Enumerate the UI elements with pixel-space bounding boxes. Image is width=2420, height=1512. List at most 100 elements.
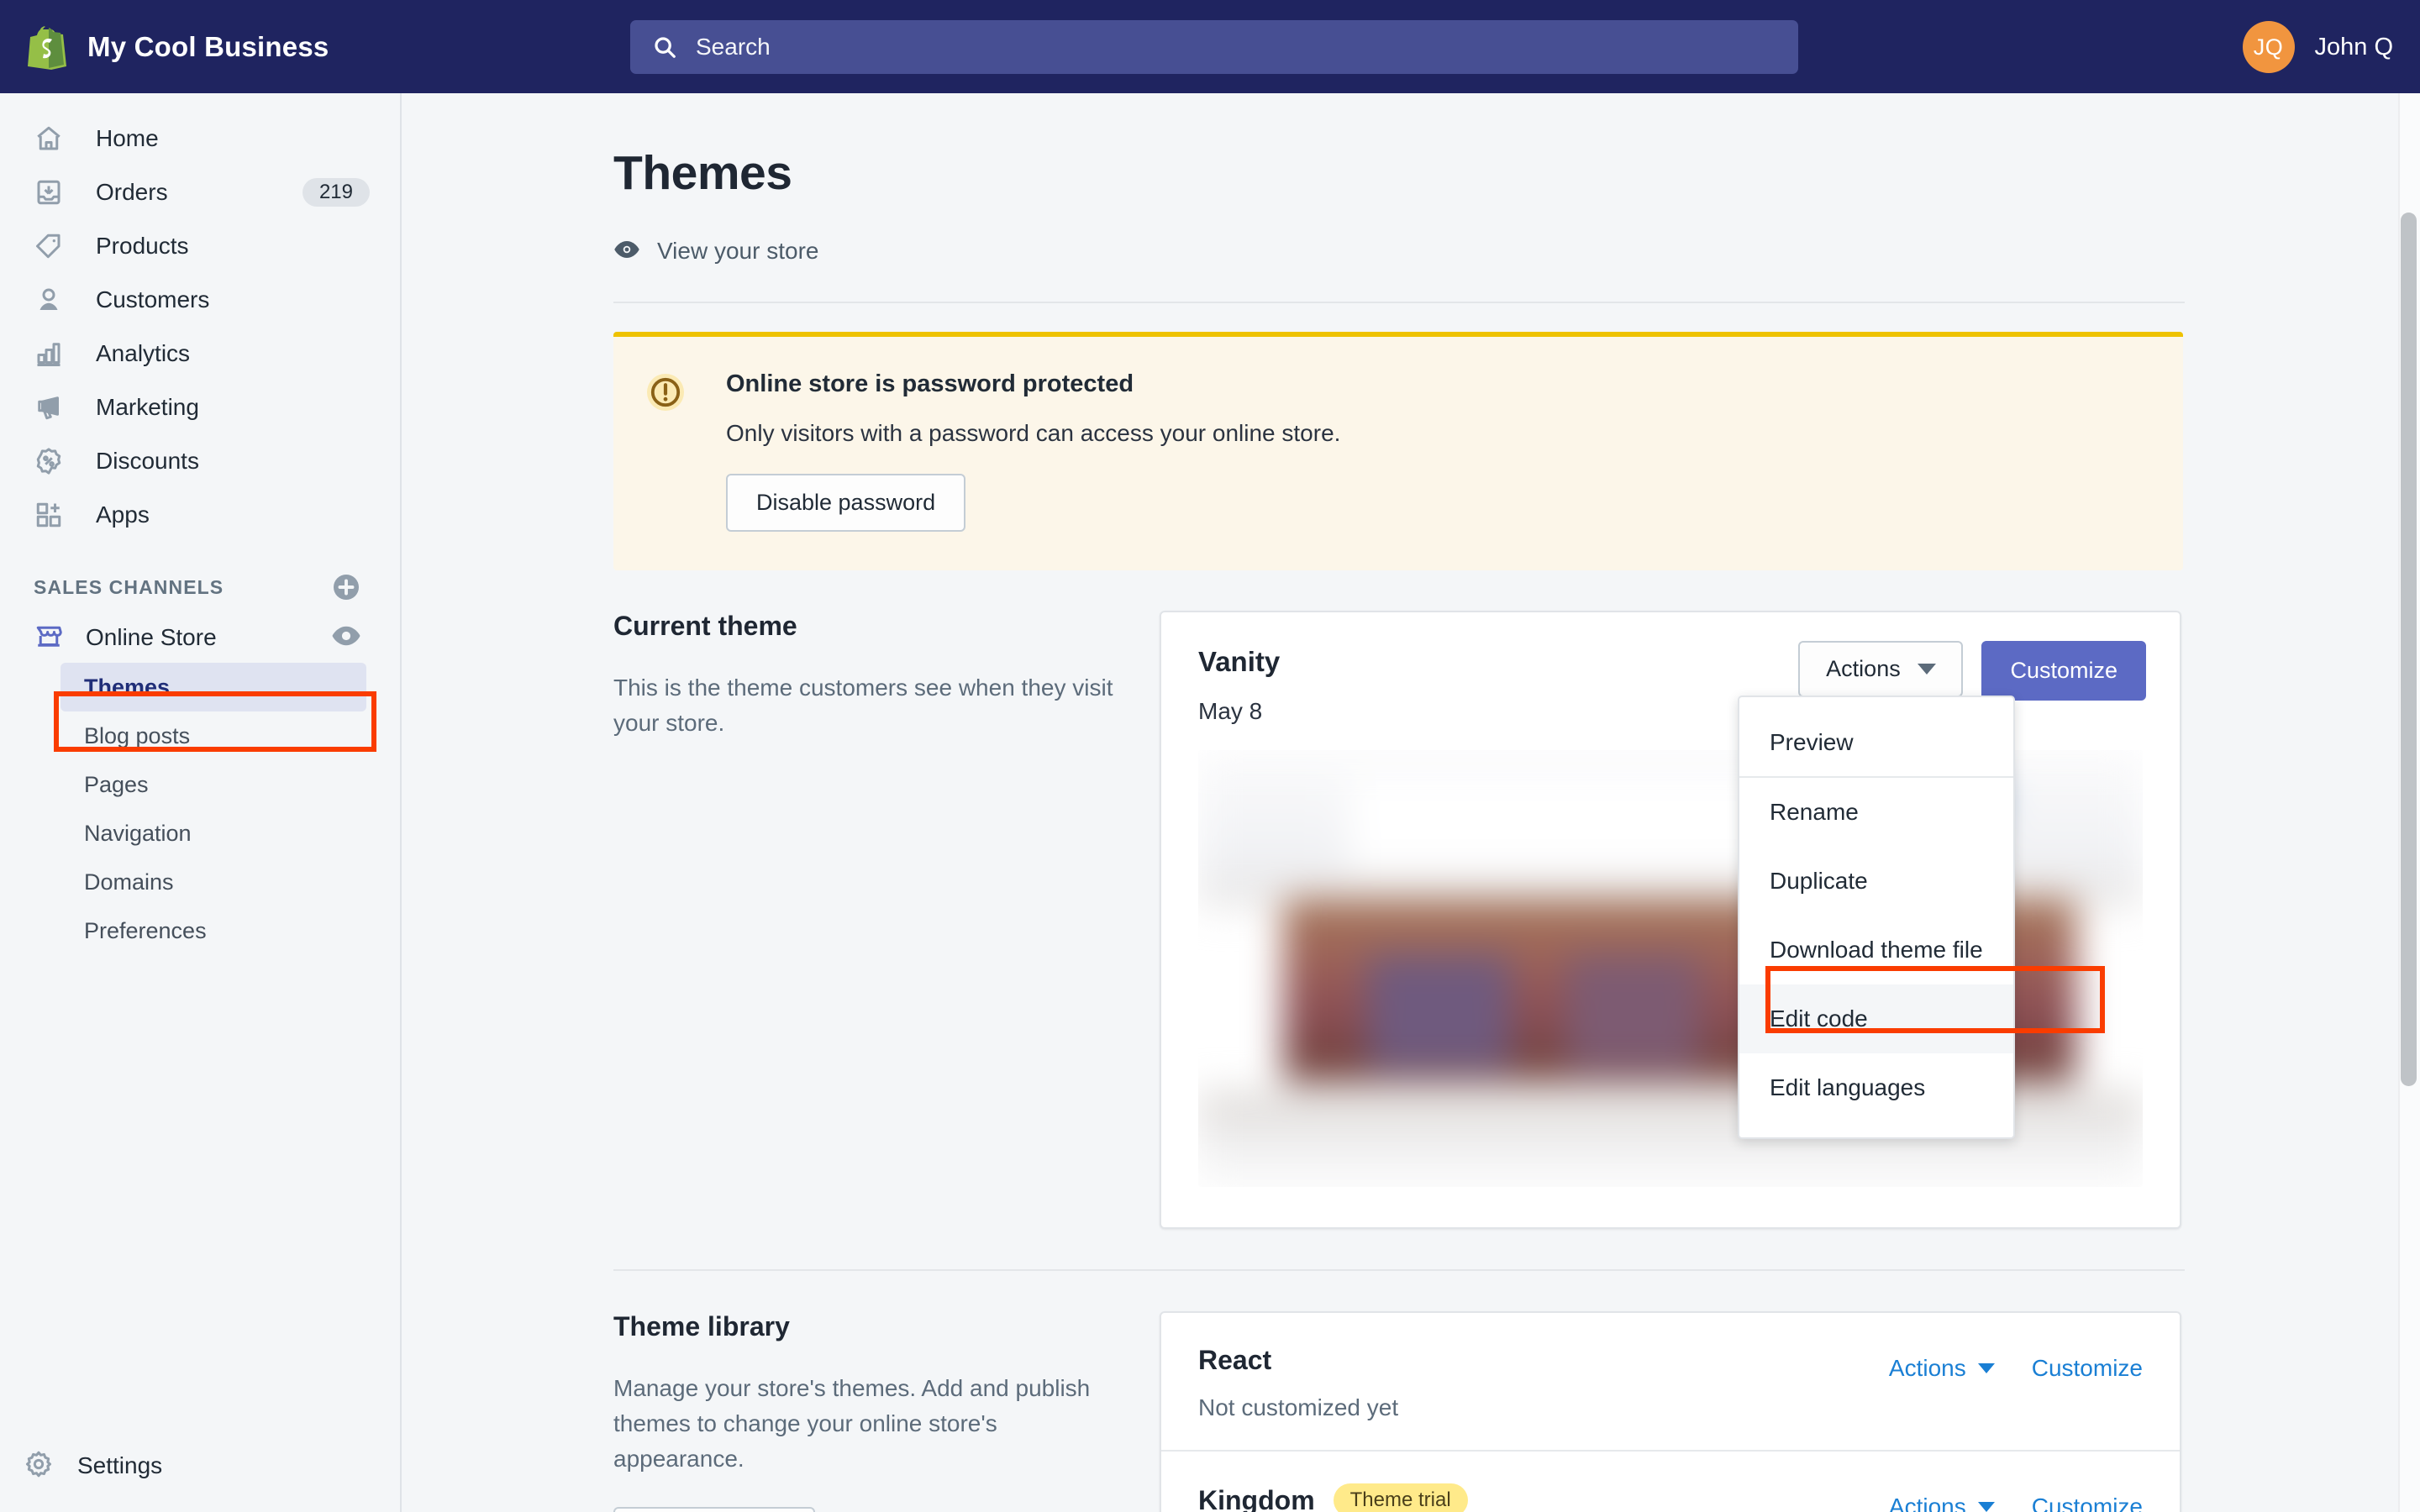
view-your-store-label: View your store — [657, 238, 819, 264]
sidebar-item-preferences[interactable]: Preferences — [60, 906, 366, 955]
banner-text: Only visitors with a password can access… — [726, 420, 1341, 446]
theme-name: Kingdom — [1198, 1484, 1315, 1512]
tag-icon — [34, 231, 74, 261]
storefront-icon — [34, 621, 64, 655]
sidebar-item-label: Settings — [77, 1452, 163, 1478]
megaphone-icon — [34, 392, 74, 423]
customize-button[interactable]: Customize — [1981, 641, 2146, 701]
sidebar-item-products[interactable]: Products — [15, 219, 385, 273]
actions-link[interactable]: Actions — [1889, 1494, 1995, 1512]
sidebar-item-label: Pages — [84, 771, 149, 797]
sidebar-item-label: Products — [96, 233, 189, 259]
sidebar-item-customers[interactable]: Customers — [15, 273, 385, 327]
eye-icon[interactable] — [331, 623, 361, 653]
view-your-store-link[interactable]: View your store — [613, 238, 2402, 265]
search-icon — [652, 34, 677, 60]
divider — [613, 302, 2185, 303]
apps-grid-plus-icon — [34, 500, 74, 530]
gear-icon — [24, 1449, 54, 1483]
top-bar: My Cool Business Search JQ John Q — [0, 0, 2420, 93]
sidebar-item-orders[interactable]: Orders 219 — [15, 165, 385, 219]
password-protected-banner: Online store is password protected Only … — [613, 332, 2183, 570]
disable-password-button[interactable]: Disable password — [726, 474, 966, 532]
dropdown-item-edit-code[interactable]: Edit code — [1739, 984, 2013, 1053]
current-theme-card: Vanity May 8 Actions Customize — [1160, 611, 2181, 1229]
shopify-bag-icon — [27, 24, 69, 70]
sales-channels-header: SALES CHANNELS — [0, 562, 400, 612]
sidebar-item-label: Orders — [96, 179, 168, 205]
sidebar-item-label: Domains — [84, 869, 174, 895]
customize-link[interactable]: Customize — [2032, 1494, 2143, 1512]
sales-channels-title: SALES CHANNELS — [34, 575, 224, 598]
sidebar-item-label: Navigation — [84, 820, 192, 846]
current-theme-section: Current theme This is the theme customer… — [613, 611, 2402, 1229]
search-placeholder: Search — [696, 34, 771, 60]
sidebar-item-home[interactable]: Home — [15, 112, 385, 165]
actions-button-label: Actions — [1826, 656, 1901, 681]
orders-inbox-icon — [34, 177, 74, 207]
table-row: React Not customized yet Actions Customi… — [1161, 1313, 2180, 1450]
sidebar-item-navigation[interactable]: Navigation — [60, 809, 366, 858]
sidebar-item-domains[interactable]: Domains — [60, 858, 366, 906]
sidebar-item-label: Preferences — [84, 917, 207, 943]
plus-circle-icon[interactable] — [331, 572, 361, 602]
actions-button[interactable]: Actions — [1798, 641, 1964, 697]
sidebar-item-label: Apps — [96, 501, 150, 528]
actions-link-label: Actions — [1888, 1494, 1966, 1512]
theme-library-heading: Theme library — [613, 1311, 790, 1341]
sidebar-item-settings[interactable]: Settings — [0, 1420, 400, 1512]
actions-link-label: Actions — [1888, 1355, 1966, 1381]
main-content: Themes View your store Online store is p… — [403, 93, 2402, 1512]
sidebar-item-label: Discounts — [96, 448, 199, 474]
chevron-down-icon — [1917, 664, 1936, 675]
avatar: JQ — [2242, 21, 2295, 73]
person-icon — [34, 285, 74, 315]
page-scrollbar-thumb[interactable] — [2401, 213, 2417, 1086]
divider — [613, 1269, 2185, 1271]
user-name: John Q — [2314, 33, 2394, 60]
theme-library-section: Theme library Manage your store's themes… — [613, 1311, 2402, 1512]
theme-library-description: Manage your store's themes. Add and publ… — [613, 1375, 1091, 1472]
sidebar-item-label: Home — [96, 125, 159, 151]
dropdown-item-preview[interactable]: Preview — [1739, 709, 2013, 778]
bar-chart-icon — [34, 339, 74, 369]
percent-badge-icon — [34, 446, 74, 476]
sidebar-item-online-store[interactable]: Online Store — [0, 612, 400, 663]
sidebar-item-blog-posts[interactable]: Blog posts — [60, 711, 366, 760]
dropdown-item-duplicate[interactable]: Duplicate — [1739, 847, 2013, 916]
theme-name: React — [1198, 1345, 1272, 1375]
dropdown-item-download-theme-file[interactable]: Download theme file — [1739, 916, 2013, 984]
chevron-down-icon — [1977, 1363, 1995, 1373]
sidebar-item-label: Blog posts — [84, 722, 191, 748]
eye-icon — [613, 239, 640, 265]
current-theme-description: This is the theme customers see when the… — [613, 675, 1113, 736]
actions-link[interactable]: Actions — [1889, 1355, 1995, 1382]
chevron-down-icon — [1977, 1502, 1995, 1512]
sidebar-item-themes[interactable]: Themes — [60, 663, 366, 711]
banner-title: Online store is password protected — [726, 370, 1134, 397]
brand-name: My Cool Business — [87, 30, 329, 62]
table-row: Kingdom Theme trial Not customized yet A… — [1161, 1450, 2180, 1512]
home-icon — [34, 123, 74, 154]
sidebar-item-marketing[interactable]: Marketing — [15, 381, 385, 434]
theme-status: Not customized yet — [1198, 1394, 1399, 1420]
dropdown-item-edit-languages[interactable]: Edit languages — [1739, 1053, 2013, 1122]
orders-count-badge: 219 — [302, 178, 370, 207]
brand-home-link[interactable]: My Cool Business — [0, 24, 622, 70]
theme-library-card: React Not customized yet Actions Customi… — [1160, 1311, 2181, 1512]
customize-link[interactable]: Customize — [2032, 1355, 2143, 1382]
sidebar-item-apps[interactable]: Apps — [15, 488, 385, 542]
sidebar-item-analytics[interactable]: Analytics — [15, 327, 385, 381]
sidebar-item-pages[interactable]: Pages — [60, 760, 366, 809]
exclamation-circle-icon — [645, 372, 686, 412]
page-title: Themes — [613, 146, 792, 200]
sidebar-item-label: Marketing — [96, 394, 199, 420]
upload-theme-button[interactable]: Upload theme — [613, 1507, 816, 1512]
user-menu[interactable]: JQ John Q — [2242, 20, 2394, 74]
search-input[interactable]: Search — [630, 20, 1798, 74]
dropdown-item-rename[interactable]: Rename — [1739, 778, 2013, 847]
sidebar: Home Orders 219 Products Customers Analy… — [0, 93, 402, 1512]
page-scrollbar-track[interactable] — [2398, 93, 2420, 1512]
sidebar-item-discounts[interactable]: Discounts — [15, 434, 385, 488]
sidebar-item-label: Customers — [96, 286, 210, 312]
